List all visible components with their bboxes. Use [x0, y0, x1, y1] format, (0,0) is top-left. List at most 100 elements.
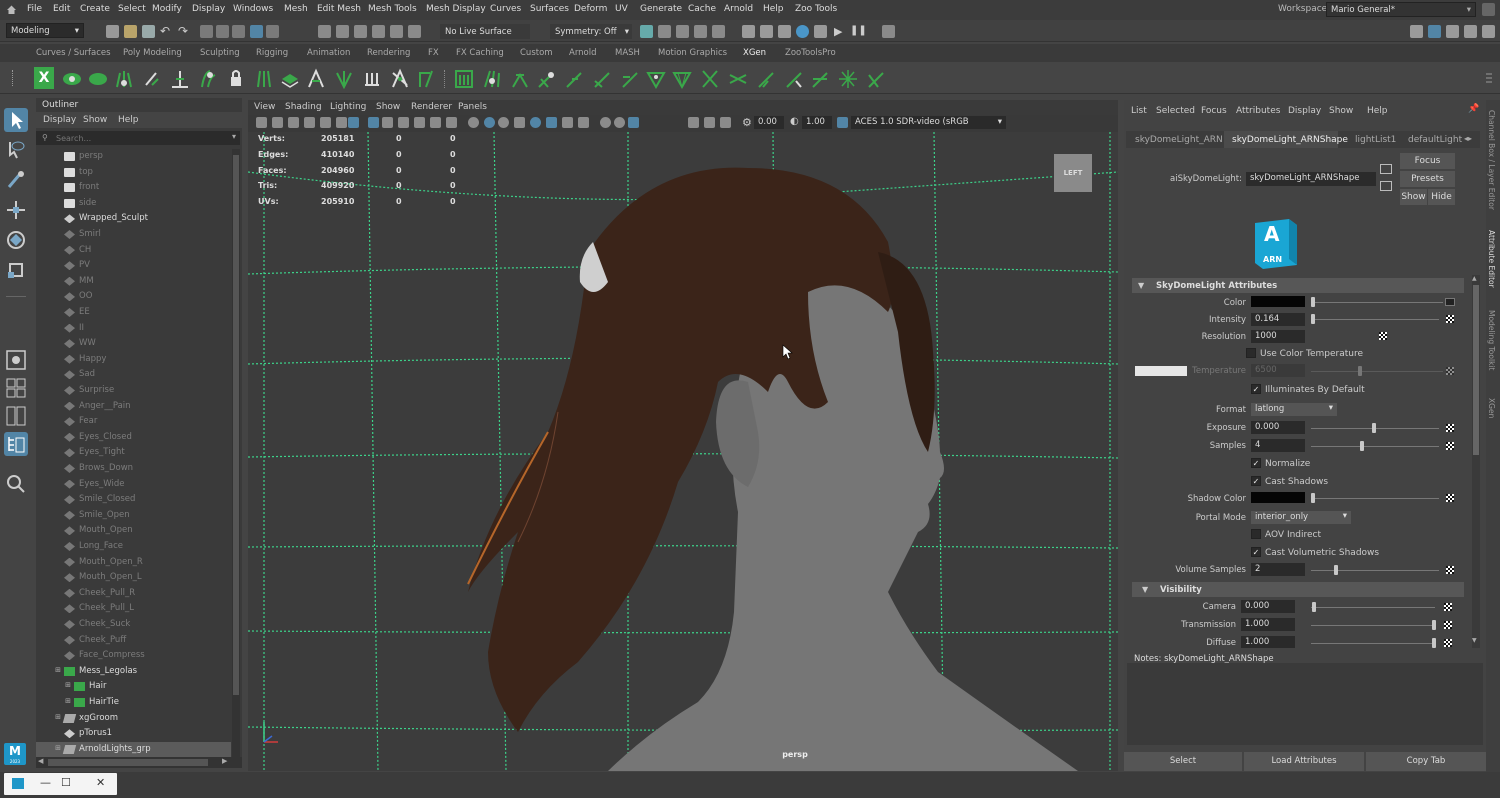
menu-mesh[interactable]: Mesh: [284, 4, 308, 14]
shelf-tab-custom[interactable]: Custom: [520, 48, 553, 58]
gamma-field[interactable]: 1.00: [802, 116, 832, 129]
hide-button[interactable]: Hide: [1428, 189, 1455, 205]
shelf-tab-fx-caching[interactable]: FX Caching: [456, 48, 504, 58]
chevron-down-icon[interactable]: ▾: [232, 132, 236, 141]
pause-icon[interactable]: ❚❚: [850, 25, 867, 36]
tree-spacer[interactable]: [54, 182, 62, 190]
transmission-slider[interactable]: [1311, 625, 1435, 626]
tree-spacer[interactable]: [54, 588, 62, 596]
home-icon[interactable]: [6, 4, 17, 15]
menu-surfaces[interactable]: Surfaces: [530, 4, 569, 14]
outliner-item[interactable]: Anger__Pain: [36, 399, 231, 415]
search-icon[interactable]: [4, 472, 28, 496]
igs-sparkle-icon[interactable]: [838, 67, 858, 89]
maximize-icon[interactable]: ☐: [61, 776, 71, 789]
camera-select-icon[interactable]: [256, 117, 267, 128]
viewport-menu-view[interactable]: View: [254, 102, 275, 112]
menu-mesh-display[interactable]: Mesh Display: [426, 4, 486, 14]
smooth-shade-icon[interactable]: [484, 117, 495, 128]
camera-vis-slider[interactable]: [1311, 607, 1435, 608]
cast-volumetric-shadows-checkbox[interactable]: ✓: [1251, 547, 1261, 557]
ae-tab-defaultlight[interactable]: defaultLight: [1408, 135, 1462, 145]
viewport-menu-show[interactable]: Show: [376, 102, 400, 112]
intensity-map-icon[interactable]: [1446, 315, 1454, 323]
undo-icon[interactable]: ↶: [160, 25, 173, 38]
tree-spacer[interactable]: [54, 572, 62, 580]
section-skydomelight-attributes[interactable]: ▼ SkyDomeLight Attributes: [1132, 278, 1464, 293]
outliner-scroll-thumb[interactable]: [233, 155, 239, 695]
show-button[interactable]: Show: [1400, 189, 1427, 205]
ae-scrollbar[interactable]: ▲ ▼: [1472, 275, 1480, 648]
volume-samples-map-icon[interactable]: [1446, 566, 1454, 574]
tree-spacer[interactable]: [54, 416, 62, 424]
ae-scroll-thumb[interactable]: [1473, 285, 1479, 455]
outliner-item[interactable]: Cheek_Puff: [36, 633, 231, 649]
outliner-item[interactable]: Mouth_Open_L: [36, 570, 231, 586]
igs-clump-icon[interactable]: [672, 67, 692, 90]
xgen-interactive-groom-icon[interactable]: [114, 67, 134, 89]
arnold-render-view-icon[interactable]: [778, 25, 791, 38]
samples-slider[interactable]: [1311, 446, 1439, 447]
outliner-item[interactable]: front: [36, 180, 231, 196]
menu-curves[interactable]: Curves: [490, 4, 521, 14]
grid-toggle-icon[interactable]: [368, 117, 379, 128]
outliner-item[interactable]: ⊞ Hair: [36, 679, 231, 695]
play-icon[interactable]: ▶: [834, 25, 842, 38]
shelf-menu-icon[interactable]: [1484, 68, 1494, 88]
tree-spacer[interactable]: [54, 276, 62, 284]
outliner-item[interactable]: Long_Face: [36, 539, 231, 555]
outliner-item[interactable]: Eyes_Closed: [36, 430, 231, 446]
intensity-slider-knob[interactable]: [1311, 314, 1315, 324]
shelf-tab-animation[interactable]: Animation: [307, 48, 350, 58]
scroll-up-icon[interactable]: ▲: [1472, 275, 1477, 282]
tree-spacer[interactable]: [54, 307, 62, 315]
focus-button[interactable]: Focus: [1400, 153, 1455, 169]
menu-deform[interactable]: Deform: [574, 4, 607, 14]
xgen-add-guide-icon[interactable]: [142, 67, 162, 89]
outliner-item[interactable]: Wrapped_Sculpt: [36, 211, 231, 227]
minimize-icon[interactable]: —: [40, 776, 51, 789]
shelf-tab-arnold[interactable]: Arnold: [569, 48, 597, 58]
ae-select-button[interactable]: Select: [1124, 752, 1242, 771]
menu-file[interactable]: File: [27, 4, 42, 14]
2d-pan-icon[interactable]: [320, 117, 331, 128]
color-management-icon[interactable]: [837, 117, 848, 128]
intensity-field[interactable]: 0.164: [1251, 313, 1305, 326]
floating-window-bar[interactable]: — ☐ ✕: [4, 773, 117, 795]
tree-spacer[interactable]: [54, 354, 62, 362]
igs-twist-icon[interactable]: [728, 67, 748, 89]
side-tab-channel-box[interactable]: Channel Box / Layer Editor: [1487, 110, 1496, 210]
menubar-collapse-icon[interactable]: [1482, 3, 1495, 16]
light-editor-icon[interactable]: [760, 25, 773, 38]
tree-spacer[interactable]: [54, 151, 62, 159]
wireframe-icon[interactable]: [468, 117, 479, 128]
field-chart-icon[interactable]: [430, 117, 441, 128]
ae-menu-selected[interactable]: Selected: [1156, 106, 1195, 116]
volume-samples-slider[interactable]: [1311, 570, 1439, 571]
xgen-layers-icon[interactable]: [280, 67, 300, 89]
outliner-item[interactable]: Brows_Down: [36, 461, 231, 477]
presets-button[interactable]: Presets: [1400, 171, 1455, 187]
ae-copy-tab-button[interactable]: Copy Tab: [1366, 752, 1486, 771]
shelf-grip-icon[interactable]: [12, 70, 16, 86]
outliner-item[interactable]: WW: [36, 336, 231, 352]
samples-field[interactable]: 4: [1251, 439, 1305, 452]
gate-mask-icon[interactable]: [414, 117, 425, 128]
igs-cut-icon[interactable]: [592, 67, 612, 89]
render-settings-icon[interactable]: [712, 25, 725, 38]
rotate-tool-icon[interactable]: [4, 228, 28, 252]
select-tool-icon[interactable]: [4, 108, 28, 132]
motion-blur-icon[interactable]: [578, 117, 589, 128]
tree-spacer[interactable]: [54, 323, 62, 331]
shelf-tab-curves-surfaces[interactable]: Curves / Surfaces: [36, 48, 111, 58]
tree-spacer[interactable]: [54, 338, 62, 346]
xgen-editor-icon[interactable]: X: [34, 67, 54, 89]
snap-point-icon[interactable]: [354, 25, 367, 38]
snap-surface-icon[interactable]: [390, 25, 403, 38]
outliner-item[interactable]: Eyes_Wide: [36, 477, 231, 493]
volume-samples-field[interactable]: 2: [1251, 563, 1305, 576]
tree-spacer[interactable]: [54, 603, 62, 611]
outliner-item[interactable]: ⊞ HairTie: [36, 695, 231, 711]
viewport-scene[interactable]: [248, 132, 1118, 771]
xgen-lock-icon[interactable]: [226, 67, 246, 89]
